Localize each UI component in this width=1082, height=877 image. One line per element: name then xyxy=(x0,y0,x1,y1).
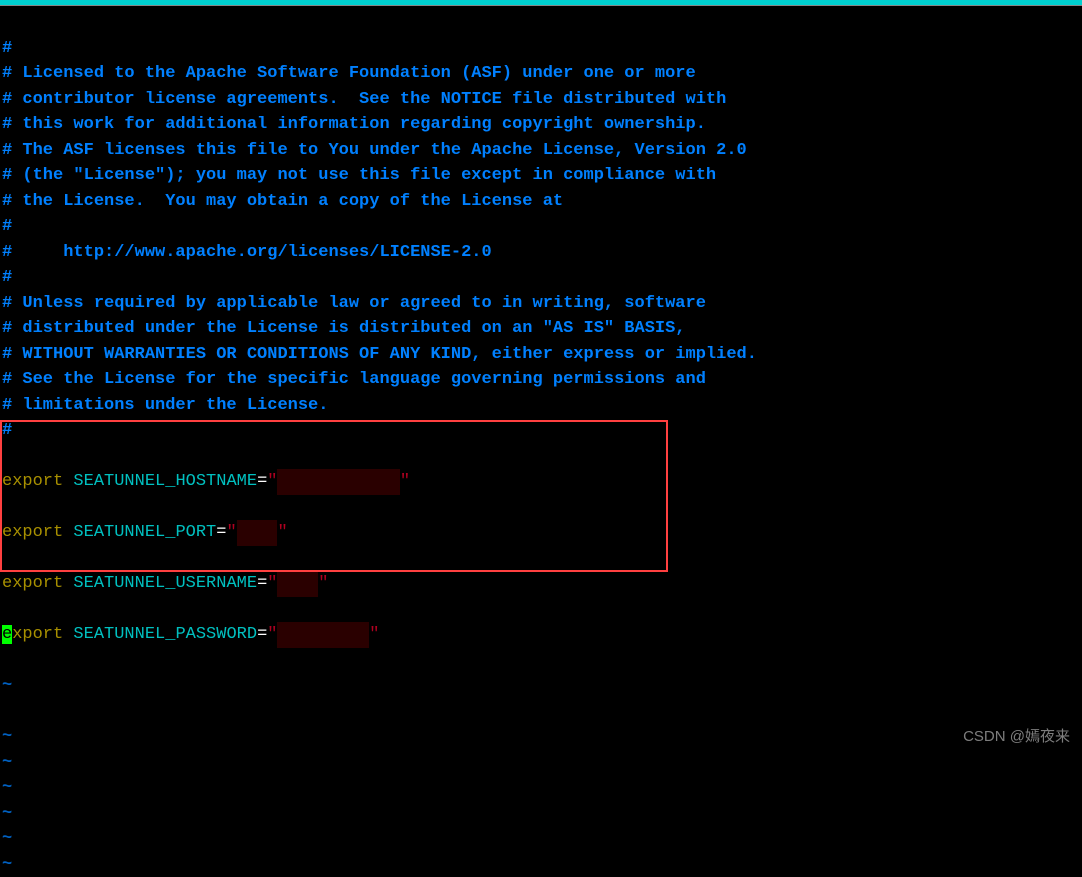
comment-line: # (the "License"); you may not use this … xyxy=(2,166,716,185)
vim-empty-line: ~ xyxy=(2,676,12,695)
redacted-value xyxy=(277,469,399,495)
terminal-viewport[interactable]: # # Licensed to the Apache Software Foun… xyxy=(0,6,1082,877)
equals-sign: = xyxy=(257,472,267,491)
quote-close: " xyxy=(318,574,328,593)
comment-line: # the License. You may obtain a copy of … xyxy=(2,192,563,211)
comment-line: # distributed under the License is distr… xyxy=(2,319,686,338)
vim-empty-line: ~ xyxy=(2,804,12,823)
export-hostname-line: export SEATUNNEL_HOSTNAME=" " xyxy=(2,469,1080,495)
env-var-name: SEATUNNEL_USERNAME xyxy=(73,574,257,593)
comment-line: # contributor license agreements. See th… xyxy=(2,90,726,109)
quote-open: " xyxy=(267,574,277,593)
redacted-value xyxy=(277,622,369,648)
watermark-text: CSDN @嫣夜来 xyxy=(963,726,1070,749)
quote-close: " xyxy=(369,625,379,644)
vim-empty-line: ~ xyxy=(2,829,12,848)
cursor-icon: e xyxy=(2,625,12,644)
vim-empty-line: ~ xyxy=(2,855,12,874)
comment-line: # WITHOUT WARRANTIES OR CONDITIONS OF AN… xyxy=(2,345,757,364)
env-var-name: SEATUNNEL_PASSWORD xyxy=(73,625,257,644)
export-username-line: export SEATUNNEL_USERNAME=" " xyxy=(2,571,1080,597)
comment-line: # xyxy=(2,268,12,287)
equals-sign: = xyxy=(216,523,226,542)
equals-sign: = xyxy=(257,574,267,593)
equals-sign: = xyxy=(257,625,267,644)
export-keyword: export xyxy=(2,574,63,593)
export-keyword: export xyxy=(2,625,63,644)
redacted-value xyxy=(277,571,318,597)
comment-line: # limitations under the License. xyxy=(2,396,328,415)
comment-line: # this work for additional information r… xyxy=(2,115,706,134)
comment-line: # xyxy=(2,217,12,236)
export-keyword: export xyxy=(2,472,63,491)
vim-empty-line: ~ xyxy=(2,778,12,797)
comment-line: # Licensed to the Apache Software Founda… xyxy=(2,64,696,83)
comment-line: # The ASF licenses this file to You unde… xyxy=(2,141,747,160)
comment-line: # xyxy=(2,39,12,58)
export-keyword: export xyxy=(2,523,63,542)
vim-empty-line: ~ xyxy=(2,727,12,746)
comment-line: # Unless required by applicable law or a… xyxy=(2,294,706,313)
export-password-line: export SEATUNNEL_PASSWORD=" " xyxy=(2,622,1080,648)
comment-line: # http://www.apache.org/licenses/LICENSE… xyxy=(2,243,492,262)
redacted-value xyxy=(237,520,278,546)
env-var-name: SEATUNNEL_PORT xyxy=(73,523,216,542)
vim-empty-line: ~ xyxy=(2,753,12,772)
comment-line: # See the License for the specific langu… xyxy=(2,370,706,389)
export-port-line: export SEATUNNEL_PORT=" " xyxy=(2,520,1080,546)
quote-close: " xyxy=(277,523,287,542)
quote-open: " xyxy=(267,472,277,491)
quote-open: " xyxy=(267,625,277,644)
env-var-name: SEATUNNEL_HOSTNAME xyxy=(73,472,257,491)
comment-line: # xyxy=(2,421,12,440)
quote-open: " xyxy=(226,523,236,542)
quote-close: " xyxy=(400,472,410,491)
